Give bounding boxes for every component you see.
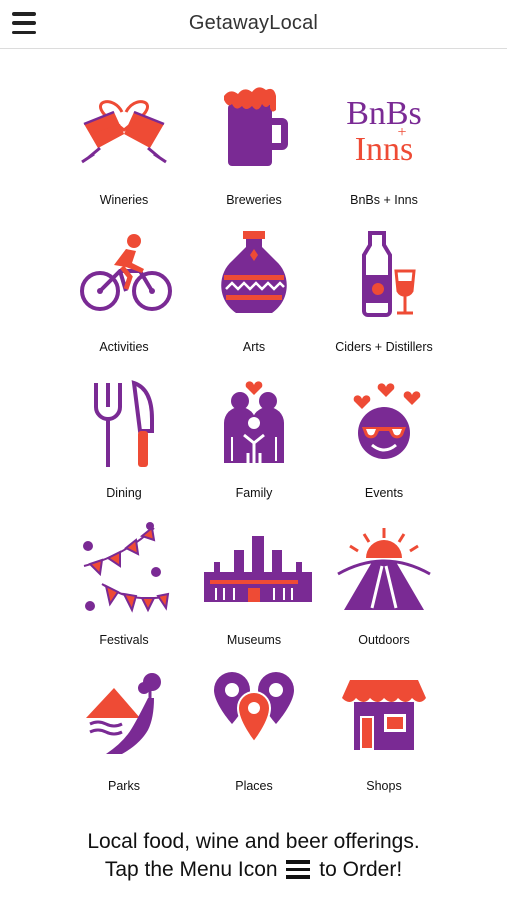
museum-building-icon <box>204 535 312 602</box>
category-label: Shops <box>366 779 402 793</box>
beer-mug-icon <box>224 87 288 166</box>
vase-icon <box>221 230 287 313</box>
fork-knife-icon <box>94 380 154 467</box>
hamburger-inline-icon <box>286 860 311 879</box>
category-events[interactable]: Events <box>319 375 449 522</box>
category-outdoors[interactable]: Outdoors <box>319 522 449 669</box>
category-label: Family <box>235 486 273 500</box>
category-places[interactable]: Places <box>189 668 319 815</box>
category-wineries[interactable]: Wineries <box>59 82 189 229</box>
category-ciders-distillers[interactable]: Ciders + Distillers <box>319 229 449 376</box>
category-label: Museums <box>226 632 282 647</box>
app-title: GetawayLocal <box>188 12 319 34</box>
footer-line-2-before: Tap the Menu Icon <box>104 858 278 881</box>
category-grid: Wineries Breweries BnBs + Inns BnBs + In… <box>59 82 449 815</box>
category-label: BnBs + Inns <box>350 193 418 207</box>
bottle-and-glass-icon <box>362 230 416 317</box>
wine-glasses-heart-icon <box>81 100 167 164</box>
category-shops[interactable]: Shops <box>319 668 449 815</box>
category-label: Arts <box>242 339 266 354</box>
heart-eyes-smiley-icon <box>353 383 421 459</box>
category-arts[interactable]: Arts <box>189 229 319 376</box>
cyclist-icon <box>80 233 172 311</box>
footer-line-1: Local food, wine and beer offerings. <box>87 830 420 853</box>
app-header: GetawayLocal <box>0 0 507 49</box>
bnbs-inns-logo-icon: BnBs + Inns <box>346 95 422 168</box>
category-activities[interactable]: Activities <box>59 229 189 376</box>
family-icon <box>224 381 284 463</box>
sunrise-road-icon <box>337 527 431 610</box>
category-label: Activities <box>99 339 149 354</box>
category-label: Ciders + Distillers <box>335 339 433 354</box>
category-label: Parks <box>108 779 140 793</box>
footer-line-2: Tap the Menu Icon to Order! <box>0 856 507 884</box>
category-label: Festivals <box>99 632 149 647</box>
category-family[interactable]: Family <box>189 375 319 522</box>
category-label: Breweries <box>226 193 282 207</box>
logo-line-2: Inns <box>355 131 414 168</box>
category-label: Outdoors <box>358 632 410 647</box>
logo-line-1: BnBs <box>346 95 422 132</box>
category-label: Wineries <box>99 193 149 207</box>
footer-message: Local food, wine and beer offerings. Tap… <box>0 828 507 884</box>
category-festivals[interactable]: Festivals <box>59 521 189 669</box>
mountain-river-icon <box>86 673 161 754</box>
category-bnbs-inns[interactable]: BnBs + Inns BnBs + Inns <box>319 82 449 229</box>
map-pins-icon <box>214 672 294 744</box>
category-label: Dining <box>106 486 142 500</box>
category-label: Places <box>235 779 273 793</box>
category-parks[interactable]: Parks <box>59 668 189 815</box>
category-dining[interactable]: Dining <box>59 375 189 522</box>
category-label: Events <box>364 486 404 500</box>
category-breweries[interactable]: Breweries <box>189 82 319 229</box>
category-museums[interactable]: Museums <box>189 522 319 669</box>
bunting-flags-icon <box>83 521 170 613</box>
footer-line-2-after: to Order! <box>319 858 403 881</box>
storefront-icon <box>342 680 426 750</box>
